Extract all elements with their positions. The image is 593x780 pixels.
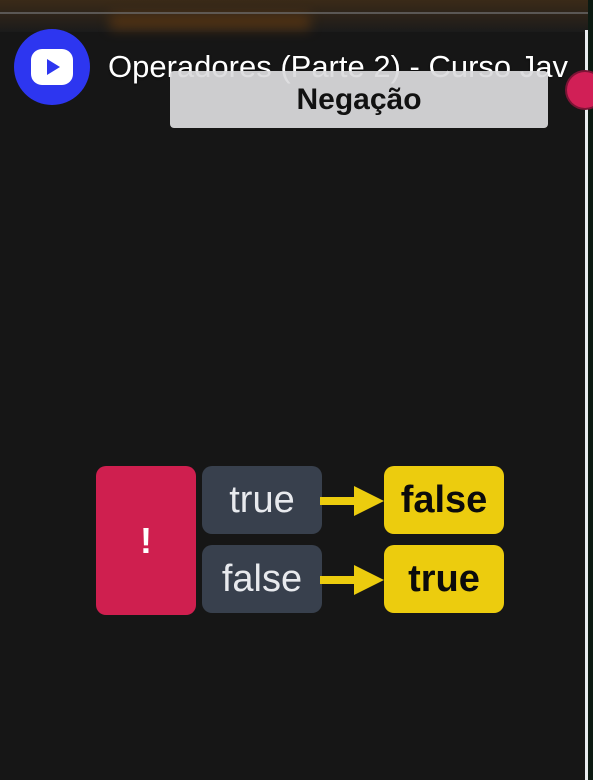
input-true-label: true bbox=[229, 478, 295, 521]
output-true-box: true bbox=[384, 545, 504, 613]
input-true-box: true bbox=[202, 466, 322, 534]
output-false-box: false bbox=[384, 466, 504, 534]
not-operator-symbol: ! bbox=[140, 519, 152, 561]
output-false-label: false bbox=[400, 478, 488, 521]
section-label: Negação bbox=[170, 71, 548, 128]
right-edge-strip bbox=[588, 0, 593, 780]
output-true-label: true bbox=[408, 557, 480, 600]
top-divider bbox=[0, 12, 593, 14]
top-strip bbox=[0, 0, 593, 32]
play-icon bbox=[31, 49, 73, 85]
input-false-box: false bbox=[202, 545, 322, 613]
input-false-label: false bbox=[221, 557, 303, 600]
channel-logo[interactable] bbox=[14, 29, 90, 105]
arrow-right-icon bbox=[320, 486, 384, 516]
arrow-right-icon bbox=[320, 565, 384, 595]
right-edge-bar bbox=[585, 30, 588, 780]
not-operator-box: ! bbox=[96, 466, 196, 615]
top-glow bbox=[110, 14, 310, 30]
